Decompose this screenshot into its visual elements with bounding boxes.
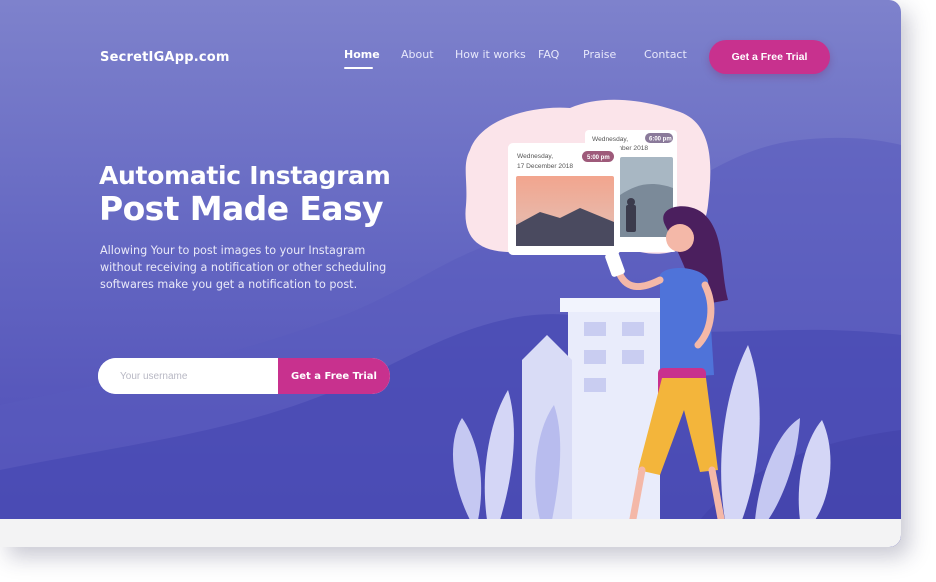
front-post-card: Wednesday, 17 December 2018 5:00 pm xyxy=(508,143,620,255)
landing-page: SecretIGApp.com Home About How it works … xyxy=(0,0,901,547)
hero-illustration: Wednesday, 17 December 2018 6:00 pm Wedn… xyxy=(452,99,831,540)
front-post-day: Wednesday, xyxy=(517,153,553,160)
back-post-day: Wednesday, xyxy=(592,136,628,143)
page-floor xyxy=(0,519,901,547)
front-post-date: 17 December 2018 xyxy=(517,163,573,170)
front-post-time: 5:00 pm xyxy=(587,155,610,161)
back-post-time: 6:00 pm xyxy=(649,137,672,143)
